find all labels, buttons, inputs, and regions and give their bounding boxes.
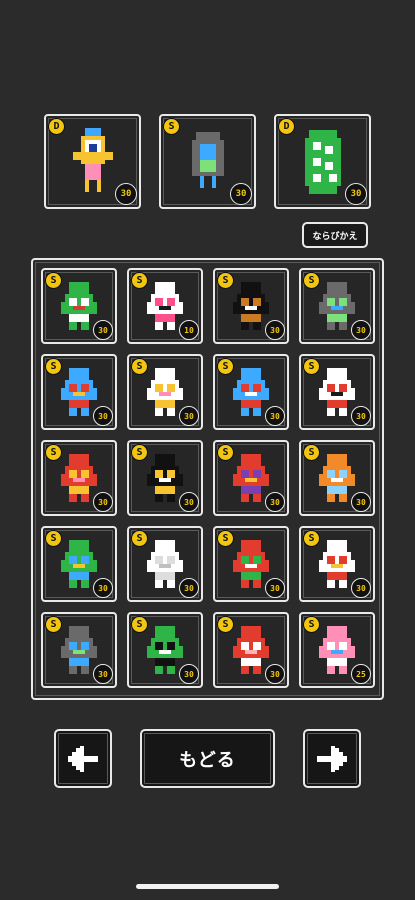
monster-card[interactable]: S 30: [127, 354, 203, 430]
level-badge: 25: [351, 664, 371, 684]
level-badge: 30: [179, 406, 199, 426]
level-badge: 30: [351, 578, 371, 598]
level-badge: 10: [179, 320, 199, 340]
prev-page-button[interactable]: [54, 729, 112, 788]
top-slot-1[interactable]: D 30: [44, 114, 141, 209]
level-badge: 30: [265, 320, 285, 340]
monster-card[interactable]: S 10: [127, 268, 203, 344]
monster-card[interactable]: S 30: [41, 354, 117, 430]
monster-card[interactable]: S 30: [127, 526, 203, 602]
level-badge: 30: [230, 183, 252, 205]
next-page-button[interactable]: [303, 729, 361, 788]
home-indicator: [136, 884, 279, 889]
monster-card[interactable]: S 30: [213, 440, 289, 516]
level-badge: 30: [265, 492, 285, 512]
sort-button[interactable]: ならびかえ: [302, 222, 368, 248]
monster-card[interactable]: S 30: [213, 612, 289, 688]
monster-card[interactable]: S 30: [213, 268, 289, 344]
back-button[interactable]: もどる: [140, 729, 275, 788]
monster-card[interactable]: S 30: [41, 268, 117, 344]
level-badge: 30: [265, 578, 285, 598]
level-badge: 30: [93, 406, 113, 426]
level-badge: 30: [265, 664, 285, 684]
top-slot-3[interactable]: D 30: [274, 114, 371, 209]
back-label: もどる: [179, 749, 236, 771]
level-badge: 30: [345, 183, 367, 205]
sort-label: ならびかえ: [312, 231, 358, 242]
level-badge: 30: [179, 492, 199, 512]
monster-card[interactable]: S 30: [299, 268, 375, 344]
level-badge: 30: [351, 406, 371, 426]
monster-card[interactable]: S 30: [41, 440, 117, 516]
cyclops-monster-sprite: [72, 127, 113, 192]
rank-badge: D: [49, 119, 64, 134]
monster-card[interactable]: S 30: [41, 612, 117, 688]
rank-badge: S: [164, 119, 179, 134]
level-badge: 30: [351, 320, 371, 340]
monster-card[interactable]: S 30: [299, 526, 375, 602]
monster-card[interactable]: S 30: [299, 440, 375, 516]
monster-card[interactable]: S 25: [299, 612, 375, 688]
level-badge: 30: [93, 320, 113, 340]
monster-card[interactable]: S 30: [213, 354, 289, 430]
monster-card[interactable]: S 30: [41, 526, 117, 602]
top-slot-2[interactable]: S 30: [159, 114, 256, 209]
arrow-left-icon: [68, 745, 98, 772]
level-badge: 30: [179, 664, 199, 684]
monster-card[interactable]: S 30: [213, 526, 289, 602]
green-dice-monster-sprite: [304, 129, 341, 194]
rank-badge: D: [279, 119, 294, 134]
level-badge: 30: [179, 578, 199, 598]
level-badge: 30: [265, 406, 285, 426]
arrow-right-icon: [317, 745, 347, 772]
level-badge: 30: [93, 578, 113, 598]
level-badge: 30: [93, 664, 113, 684]
monster-card[interactable]: S 30: [127, 612, 203, 688]
monster-card[interactable]: S 30: [127, 440, 203, 516]
level-badge: 30: [351, 492, 371, 512]
monster-card[interactable]: S 30: [299, 354, 375, 430]
level-badge: 30: [93, 492, 113, 512]
level-badge: 30: [115, 183, 137, 205]
hooded-ghost-sprite: [191, 131, 224, 188]
